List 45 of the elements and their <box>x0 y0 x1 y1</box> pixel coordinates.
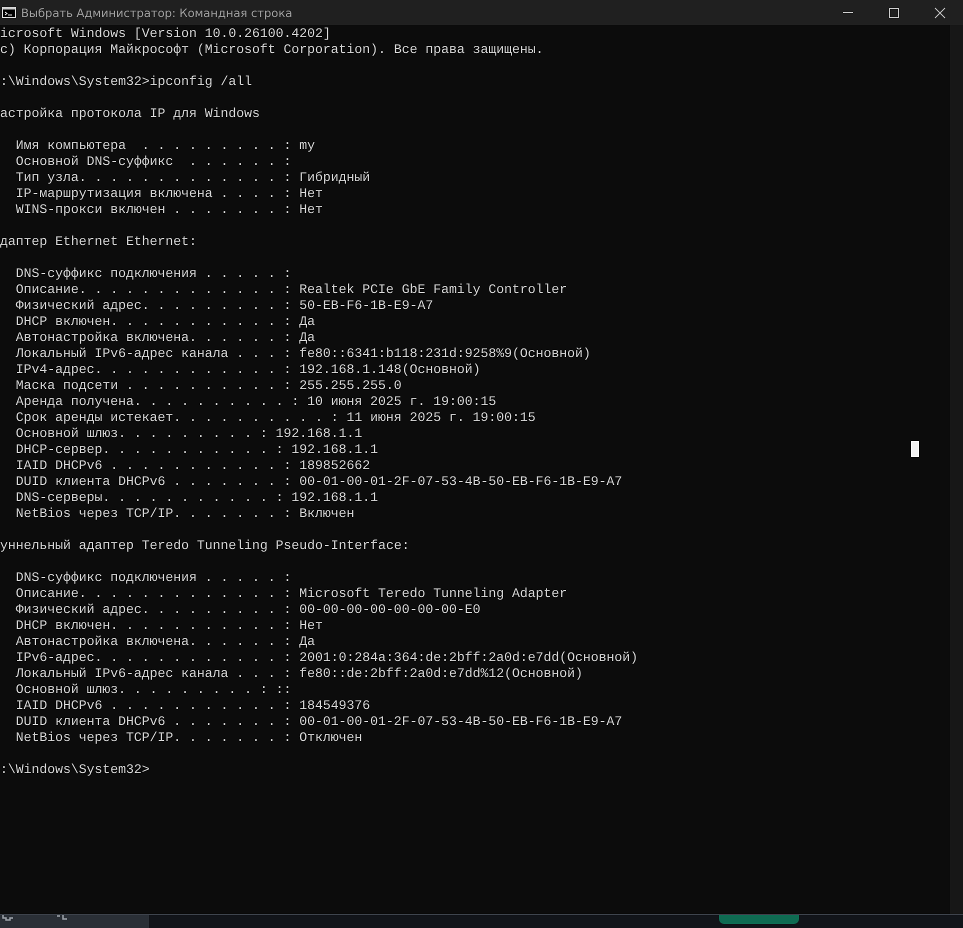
console-line: NetBios через TCP/IP. . . . . . . : Включен <box>16 506 354 522</box>
console-line: DNS-серверы. . . . . . . . . . . : 192.168.1.1 <box>16 490 378 506</box>
text-cursor <box>911 441 919 457</box>
console-line: DHCP включен. . . . . . . . . . . : Да <box>16 314 316 330</box>
minimize-icon <box>843 12 853 13</box>
console-line: DNS-суффикс подключения . . . . . : <box>16 266 292 282</box>
console-line: Локальный IPv6-адрес канала . . . : fe80::6341:b118:231d:9258%9(Основной) <box>16 346 591 362</box>
console-line: IAID DHCPv6 . . . . . . . . . . . : 189852662 <box>16 458 370 474</box>
console-line: DUID клиента DHCPv6 . . . . . . . : 00-01-00-01-2F-07-53-4B-50-EB-F6-1B-E9-A7 <box>16 474 622 490</box>
console-line: Описание. . . . . . . . . . . . . : Realtek PCIe GbE Family Controller <box>16 282 568 298</box>
console-line: Основной шлюз. . . . . . . . . : :: <box>16 682 292 698</box>
console-line: Тип узла. . . . . . . . . . . . . : Гибридный <box>16 170 370 186</box>
console-line: Основной шлюз. . . . . . . . . : 192.168.1.1 <box>16 426 362 442</box>
console-line: DHCP-сервер. . . . . . . . . . . : 192.168.1.1 <box>16 442 378 458</box>
window-title: Выбрать Администратор: Командная строка <box>21 6 292 20</box>
console-line: c) Корпорация Майкрософт (Microsoft Corporation). Все права защищены. <box>0 42 544 58</box>
console-line: Описание. . . . . . . . . . . . . : Microsoft Teredo Tunneling Adapter <box>16 586 568 602</box>
console-line: Срок аренды истекает. . . . . . . . . . : 11 июня 2025 г. 19:00:15 <box>16 410 536 426</box>
terminal-icon <box>2 7 16 18</box>
console-line: DHCP включен. . . . . . . . . . . : Нет <box>16 618 323 634</box>
console-line: icrosoft Windows [Version 10.0.26100.4202] <box>0 26 331 42</box>
console-line: Основной DNS-суффикс . . . . . . : <box>16 154 292 170</box>
console-line: IPv6-адрес. . . . . . . . . . . . : 2001:0:284a:364:de:2bff:2a0d:e7dd(Основной) <box>16 650 638 666</box>
console-line: :\Windows\System32> <box>0 762 150 778</box>
console-line: IP-маршрутизация включена . . . . : Нет <box>16 186 323 202</box>
close-icon <box>934 6 946 18</box>
console-line: NetBios через TCP/IP. . . . . . . : Отключен <box>16 730 362 746</box>
console-line: :\Windows\System32>ipconfig /all <box>0 74 252 90</box>
console-line: Аренда получена. . . . . . . . . . : 10 июня 2025 г. 19:00:15 <box>16 394 496 410</box>
console-line: астройка протокола IP для Windows <box>0 106 260 122</box>
maximize-icon <box>888 6 900 18</box>
console-line: даптер Ethernet Ethernet: <box>0 234 197 250</box>
console-line: Автонастройка включена. . . . . . : Да <box>16 634 316 650</box>
console-line: IPv4-адрес. . . . . . . . . . . . : 192.168.1.148(Основной) <box>16 362 480 378</box>
console-line: DUID клиента DHCPv6 . . . . . . . : 00-01-00-01-2F-07-53-4B-50-EB-F6-1B-E9-A7 <box>16 714 622 730</box>
console-line: Локальный IPv6-адрес канала . . . : fe80::de:2bff:2a0d:e7dd%12(Основной) <box>16 666 583 682</box>
console-line: уннельный адаптер Teredo Tunneling Pseudo-Interface: <box>0 538 410 554</box>
console-line: Автонастройка включена. . . . . . : Да <box>16 330 316 346</box>
console-line: Физический адрес. . . . . . . . . : 50-EB-F6-1B-E9-A7 <box>16 298 434 314</box>
console-line: Маска подсети . . . . . . . . . . : 255.255.255.0 <box>16 378 402 394</box>
console-line: Имя компьютера . . . . . . . . . : my <box>16 138 316 154</box>
console-line: WINS-прокси включен . . . . . . . : Нет <box>16 202 323 218</box>
console-line: Физический адрес. . . . . . . . . : 00-00-00-00-00-00-00-E0 <box>16 602 480 618</box>
console-line: IAID DHCPv6 . . . . . . . . . . . : 184549376 <box>16 698 370 714</box>
console-line: DNS-суффикс подключения . . . . . : <box>16 570 292 586</box>
